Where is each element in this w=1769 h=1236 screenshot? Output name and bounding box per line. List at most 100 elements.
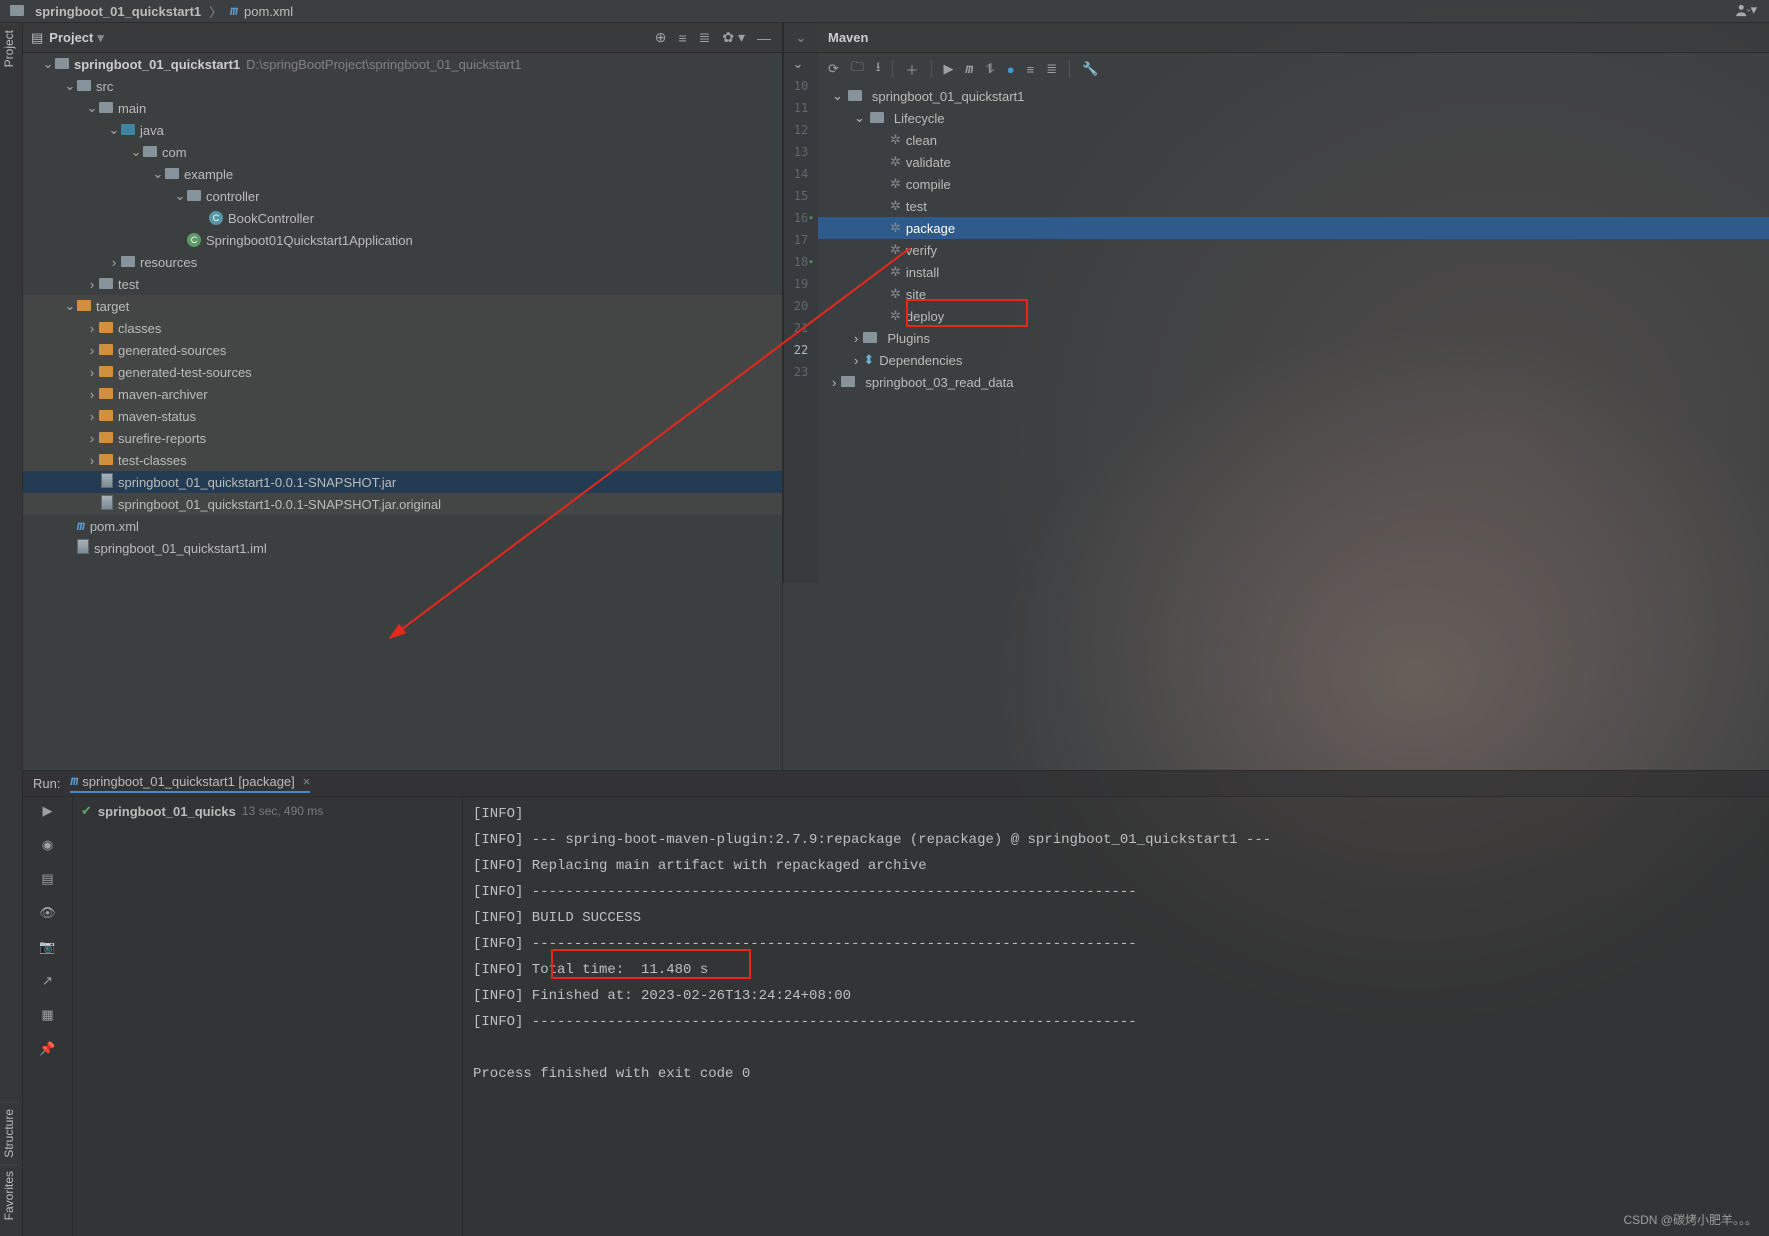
breadcrumb-file[interactable]: pom.xml	[244, 4, 293, 19]
run-icon[interactable]: ▶	[944, 61, 954, 77]
maven-phase-install[interactable]: install	[906, 265, 939, 280]
hide-icon[interactable]: —	[754, 30, 774, 46]
tree-example[interactable]: example	[184, 167, 233, 182]
breadcrumb-bar: springboot_01_quickstart1 〉 m pom.xml ▾	[0, 0, 1769, 23]
tree-item[interactable]: classes	[118, 321, 161, 336]
maven-deps[interactable]: Dependencies	[879, 353, 962, 368]
maven-root[interactable]: springboot_01_quickstart1	[872, 89, 1025, 104]
line-number[interactable]: 16	[784, 207, 818, 229]
line-number[interactable]: 10	[784, 75, 818, 97]
chevron-down-icon[interactable]: ▾	[97, 30, 104, 46]
line-number[interactable]: 12	[784, 119, 818, 141]
maven-tree[interactable]: ⌄springboot_01_quickstart1 ⌄Lifecycle ✲c…	[818, 85, 1769, 393]
line-number[interactable]: 13	[784, 141, 818, 163]
tree-src[interactable]: src	[96, 79, 113, 94]
toggle-skip-tests-icon[interactable]: ⥮	[985, 61, 994, 77]
line-number[interactable]: 11	[784, 97, 818, 119]
maven-phase-validate[interactable]: validate	[906, 155, 951, 170]
gutter-collapse-icon[interactable]: ⌄	[796, 30, 807, 46]
show-icon[interactable]: 👁	[39, 905, 56, 921]
run-tab-label: springboot_01_quickstart1 [package]	[82, 774, 294, 789]
gear-icon: ✲	[890, 308, 901, 324]
generate-sources-icon[interactable]: 🗀	[851, 58, 864, 80]
tree-root-path: D:\springBootProject\springboot_01_quick…	[246, 57, 521, 72]
close-tab-icon[interactable]: ×	[303, 774, 311, 789]
screenshot-icon[interactable]: 📷	[39, 939, 55, 955]
tree-com[interactable]: com	[162, 145, 187, 160]
tree-target[interactable]: target	[96, 299, 129, 314]
favorites-tool-tab[interactable]: Favorites	[0, 1164, 18, 1226]
filter-icon[interactable]: ▤	[41, 871, 53, 887]
structure-tool-tab[interactable]: Structure	[0, 1102, 18, 1164]
gear-icon: ✲	[890, 242, 901, 258]
execute-maven-icon[interactable]: m	[966, 62, 974, 77]
maven-other-project[interactable]: springboot_03_read_data	[865, 375, 1013, 390]
rerun-icon[interactable]: ▶	[43, 803, 53, 819]
line-number[interactable]: 19	[784, 273, 818, 295]
tree-controller[interactable]: controller	[206, 189, 259, 204]
layout-icon[interactable]: ▦	[41, 1007, 53, 1023]
collapse-icon[interactable]: ≡	[1027, 62, 1035, 77]
expand-icon[interactable]: ≣	[1046, 61, 1057, 77]
tree-test[interactable]: test	[118, 277, 139, 292]
collapse-all-icon[interactable]: ≣	[696, 29, 714, 46]
project-pane-title[interactable]: Project	[49, 30, 93, 45]
pin-icon[interactable]: 📌	[39, 1041, 55, 1057]
settings-icon[interactable]: ✿ ▾	[719, 29, 748, 46]
maven-phase-package[interactable]: package	[906, 221, 955, 236]
tree-jar-original[interactable]: springboot_01_quickstart1-0.0.1-SNAPSHOT…	[118, 497, 441, 512]
maven-phase-verify[interactable]: verify	[906, 243, 937, 258]
tree-item[interactable]: generated-sources	[118, 343, 226, 358]
gear-icon: ✲	[890, 264, 901, 280]
maven-phase-compile[interactable]: compile	[906, 177, 951, 192]
line-number[interactable]: 14	[784, 163, 818, 185]
line-number[interactable]: 17	[784, 229, 818, 251]
editor-nav-icon[interactable]: ⌄	[784, 53, 812, 75]
stop-icon[interactable]: ◉	[42, 837, 53, 853]
gear-icon: ✲	[890, 132, 901, 148]
run-task-name[interactable]: springboot_01_quicks	[98, 804, 236, 819]
tree-item[interactable]: maven-status	[118, 409, 196, 424]
line-number[interactable]: 21	[784, 317, 818, 339]
project-tool-window: ▤ Project ▾ ⊕ ≡ ≣ ✿ ▾ — ⌄springboot_01_q…	[23, 23, 783, 770]
locate-icon[interactable]: ⊕	[652, 29, 670, 46]
project-tree[interactable]: ⌄springboot_01_quickstart1D:\springBootP…	[23, 53, 782, 770]
run-label: Run:	[33, 776, 60, 791]
tree-iml[interactable]: springboot_01_quickstart1.iml	[94, 541, 267, 556]
folder-icon	[10, 4, 29, 19]
tree-pom[interactable]: pom.xml	[90, 519, 139, 534]
tree-jar[interactable]: springboot_01_quickstart1-0.0.1-SNAPSHOT…	[118, 475, 396, 490]
tree-item[interactable]: generated-test-sources	[118, 365, 252, 380]
maven-phase-test[interactable]: test	[906, 199, 927, 214]
show-deps-icon[interactable]: ●	[1007, 62, 1015, 77]
tree-item[interactable]: surefire-reports	[118, 431, 206, 446]
tree-bookcontroller[interactable]: BookController	[228, 211, 314, 226]
expand-all-icon[interactable]: ≡	[675, 30, 689, 46]
tree-main[interactable]: main	[118, 101, 146, 116]
tree-item[interactable]: maven-archiver	[118, 387, 208, 402]
tree-root[interactable]: springboot_01_quickstart1	[74, 57, 240, 72]
breadcrumb-project[interactable]: springboot_01_quickstart1	[35, 4, 201, 19]
maven-settings-icon[interactable]: 🔧	[1082, 61, 1098, 77]
project-tool-tab[interactable]: Project	[0, 23, 18, 73]
line-number[interactable]: 20	[784, 295, 818, 317]
reload-icon[interactable]: ⟳	[828, 61, 839, 77]
add-icon[interactable]: ＋	[905, 60, 918, 79]
maven-plugins[interactable]: Plugins	[887, 331, 930, 346]
line-number[interactable]: 15	[784, 185, 818, 207]
maven-phase-clean[interactable]: clean	[906, 133, 937, 148]
tree-java[interactable]: java	[140, 123, 164, 138]
tree-resources[interactable]: resources	[140, 255, 197, 270]
download-icon[interactable]: ⭳	[876, 58, 881, 80]
tree-item[interactable]: test-classes	[118, 453, 187, 468]
maven-lifecycle[interactable]: Lifecycle	[894, 111, 945, 126]
line-number[interactable]: 23	[784, 361, 818, 383]
run-tab[interactable]: m springboot_01_quickstart1 [package] ×	[70, 774, 310, 793]
tree-app-class[interactable]: Springboot01Quickstart1Application	[206, 233, 413, 248]
export-icon[interactable]: ↗	[42, 973, 53, 989]
user-menu-icon[interactable]: ▾	[1735, 2, 1757, 18]
console-output[interactable]: [INFO] [INFO] --- spring-boot-maven-plug…	[463, 797, 1769, 1236]
line-number[interactable]: 18	[784, 251, 818, 273]
line-number[interactable]: 22	[784, 339, 818, 361]
gear-icon: ✲	[890, 286, 901, 302]
